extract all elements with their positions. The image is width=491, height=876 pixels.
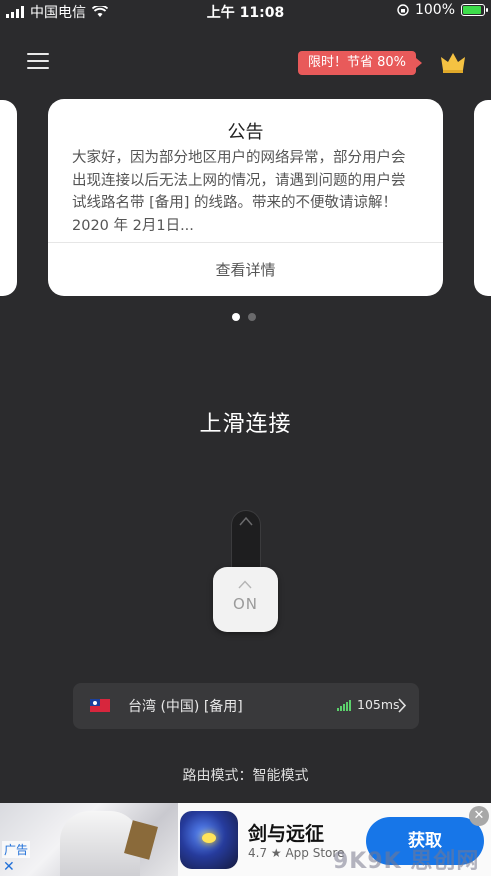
ad-label: 广告: [2, 841, 31, 858]
carousel-dots: [232, 313, 256, 321]
chevron-up-icon: [239, 516, 253, 526]
server-selector[interactable]: 台湾 (中国) [备用] 105ms: [73, 683, 419, 729]
orientation-lock-icon: [397, 4, 409, 16]
ad-dismiss-icon[interactable]: ✕: [469, 806, 489, 826]
ad-banner[interactable]: 广告 ✕ 剑与远征 4.7 ★ App Store 获取 ✕ 9K9K 思创网: [0, 803, 491, 876]
on-label: ON: [232, 595, 259, 613]
promo-badge[interactable]: 限时！节省 80%: [298, 51, 423, 75]
view-details-link[interactable]: 查看详情: [48, 259, 443, 280]
battery-icon: [461, 4, 488, 16]
signal-strength-icon: [337, 700, 351, 711]
connect-toggle-knob[interactable]: ON: [213, 567, 278, 632]
chevron-up-icon: [238, 580, 252, 589]
slide-to-connect-label: 上滑连接: [199, 412, 292, 437]
card-divider: [48, 242, 443, 243]
prev-card[interactable]: [0, 100, 17, 296]
announcement-title: 公告: [227, 122, 264, 143]
status-right: 100%: [397, 2, 488, 18]
app-icon[interactable]: [180, 811, 238, 869]
route-mode-label[interactable]: 路由模式：智能模式: [0, 765, 491, 785]
ad-close-icon[interactable]: ✕: [3, 859, 15, 875]
server-name: 台湾 (中国) [备用]: [128, 699, 243, 715]
hamburger-menu-icon[interactable]: [27, 53, 49, 71]
battery-fill: [463, 6, 481, 14]
latency-value: 105ms: [357, 697, 400, 712]
taiwan-flag-icon: [90, 699, 110, 712]
battery-percent: 100%: [414, 2, 455, 18]
next-card[interactable]: [474, 100, 491, 296]
chevron-right-icon: [398, 698, 406, 713]
announcement-body: 大家好，因为部分地区用户的网络异常，部分用户会出现连接以后无法上网的情况，请遇到…: [72, 150, 406, 234]
status-bar: 中国电信 上午 11:08 100%: [0, 0, 491, 24]
watermark: 9K9K 思创网: [333, 849, 480, 874]
announcement-card: 公告 大家好，因为部分地区用户的网络异常，部分用户会出现连接以后无法上网的情况，…: [48, 99, 443, 296]
carousel-dot-1[interactable]: [232, 313, 240, 321]
app-rating: 4.7 ★ App Store: [248, 846, 345, 860]
ad-image[interactable]: [0, 803, 178, 876]
carousel-dot-2[interactable]: [248, 313, 256, 321]
app-name: 剑与远征: [248, 823, 325, 845]
crown-icon[interactable]: [440, 50, 466, 74]
